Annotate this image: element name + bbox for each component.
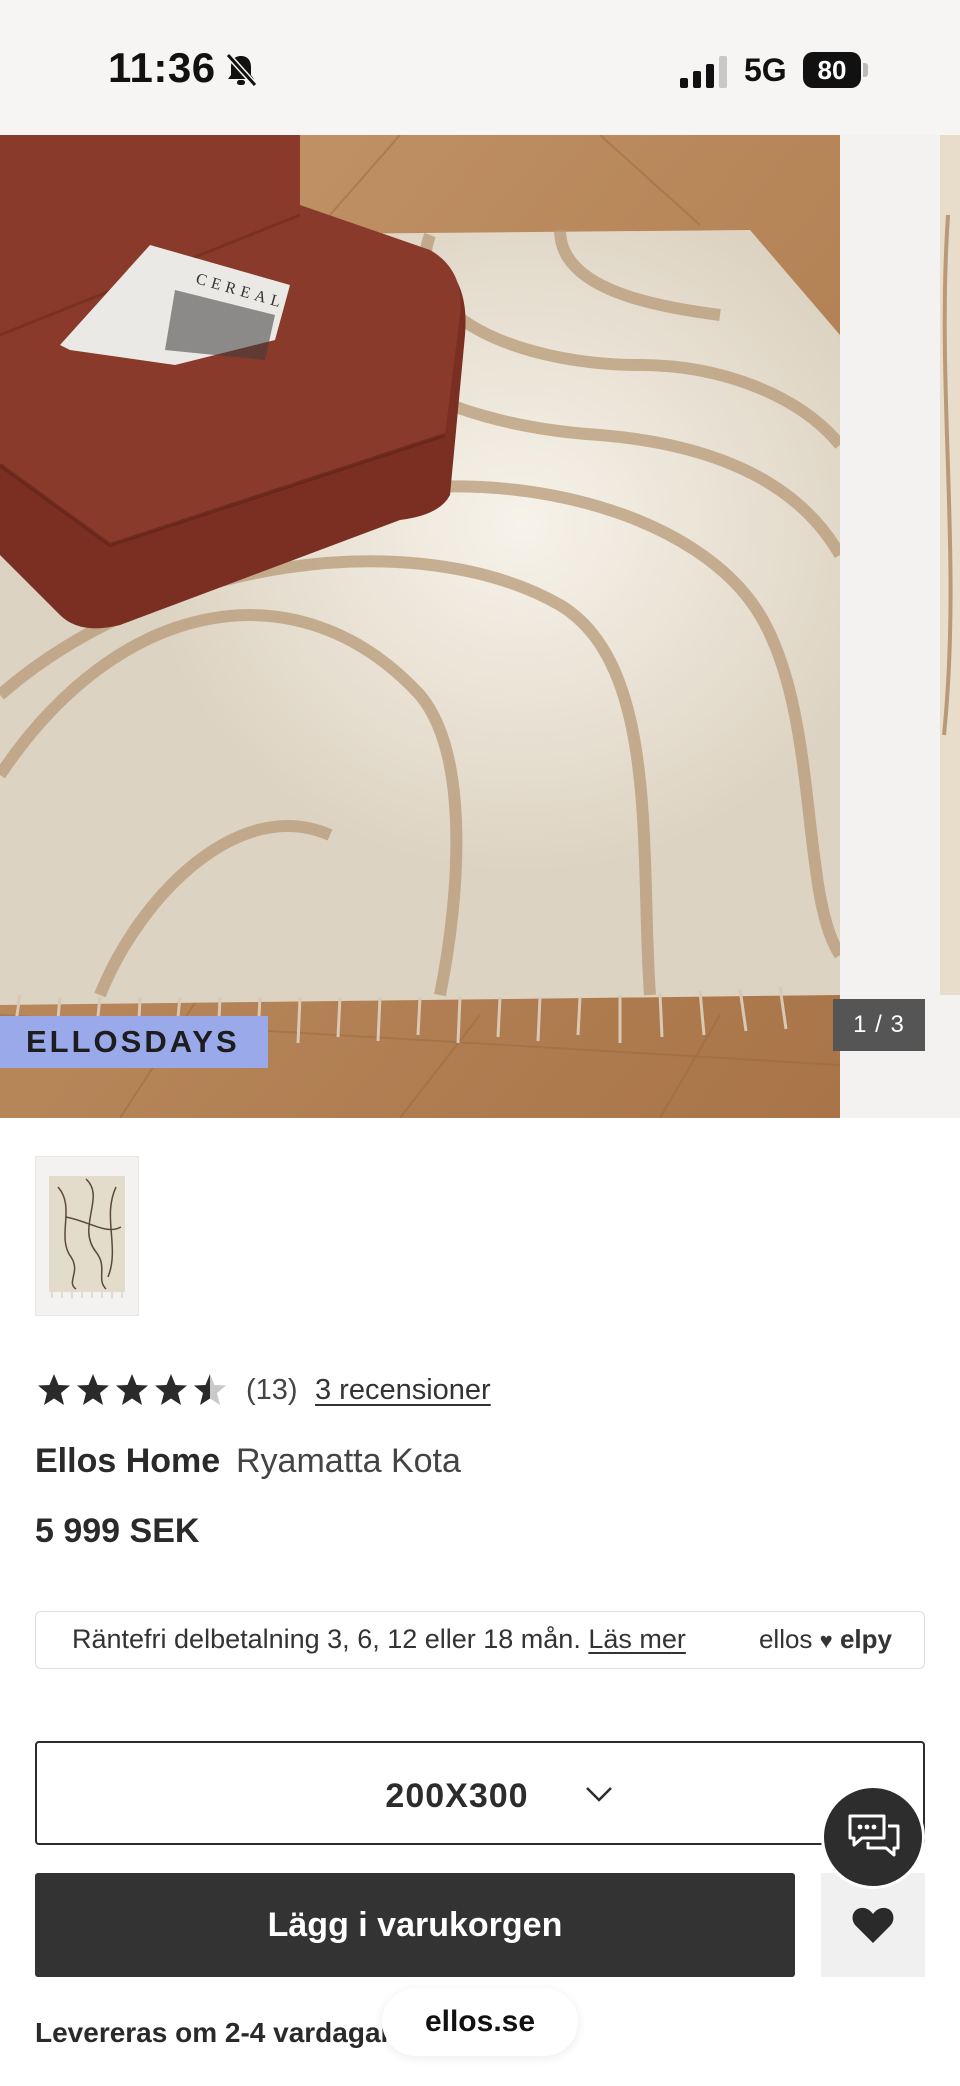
- heart-icon: [852, 1907, 894, 1943]
- size-selected-value: 200X300: [385, 1777, 529, 1815]
- campaign-badge: ELLOSDAYS: [0, 1016, 268, 1068]
- financing-banner: Räntefri delbetalning 3, 6, 12 eller 18 …: [35, 1611, 925, 1669]
- financing-read-more-link[interactable]: Läs mer: [588, 1624, 686, 1654]
- thumbnail-image[interactable]: [35, 1156, 139, 1316]
- star-icon: [155, 1374, 187, 1405]
- ellos-elpy-logo: ellos ♥ elpy: [759, 1624, 892, 1655]
- star-icon: [77, 1374, 109, 1405]
- network-type: 5G: [744, 52, 787, 88]
- product-image[interactable]: CEREAL: [0, 135, 840, 1118]
- reviews-link[interactable]: 3 recensioner: [315, 1374, 491, 1407]
- delivery-info: Levereras om 2-4 vardagar: [35, 2017, 392, 2048]
- bell-muted-icon: [225, 52, 258, 88]
- chat-button[interactable]: [821, 1785, 925, 1889]
- star-icon: [38, 1374, 70, 1405]
- size-select[interactable]: 200X300: [35, 1741, 925, 1845]
- browser-url-pill[interactable]: ellos.se: [382, 1988, 578, 2056]
- signal-icon: [680, 56, 727, 88]
- battery-level: 80: [803, 52, 861, 88]
- chevron-down-icon: [586, 1787, 612, 1802]
- rating-stars: [38, 1374, 226, 1405]
- financing-text: Räntefri delbetalning 3, 6, 12 eller 18 …: [72, 1624, 686, 1655]
- financing-description: Räntefri delbetalning 3, 6, 12 eller 18 …: [72, 1624, 581, 1654]
- add-to-cart-button[interactable]: Lägg i varukorgen: [35, 1873, 795, 1977]
- chat-bubbles-icon: [848, 1814, 900, 1857]
- campaign-badge-label: ELLOSDAYS: [26, 1024, 240, 1059]
- ellos-logo-text: ellos: [758, 1624, 813, 1654]
- heart-icon: ♥: [819, 1628, 833, 1653]
- product-price: 5 999 SEK: [35, 1512, 200, 1550]
- product-name: Ryamatta Kota: [236, 1442, 461, 1480]
- rug-photo: CEREAL: [0, 135, 840, 1118]
- image-counter: 1 / 3: [833, 999, 925, 1051]
- half-star-icon: [194, 1374, 226, 1405]
- product-brand[interactable]: Ellos Home: [35, 1442, 220, 1481]
- status-time: 11:36: [108, 44, 216, 91]
- battery-icon: 80: [803, 52, 869, 88]
- next-image-peek[interactable]: [840, 135, 960, 1118]
- star-icon: [116, 1374, 148, 1405]
- rating-count: (13): [246, 1374, 298, 1406]
- elpy-logo-text: elpy: [839, 1624, 892, 1654]
